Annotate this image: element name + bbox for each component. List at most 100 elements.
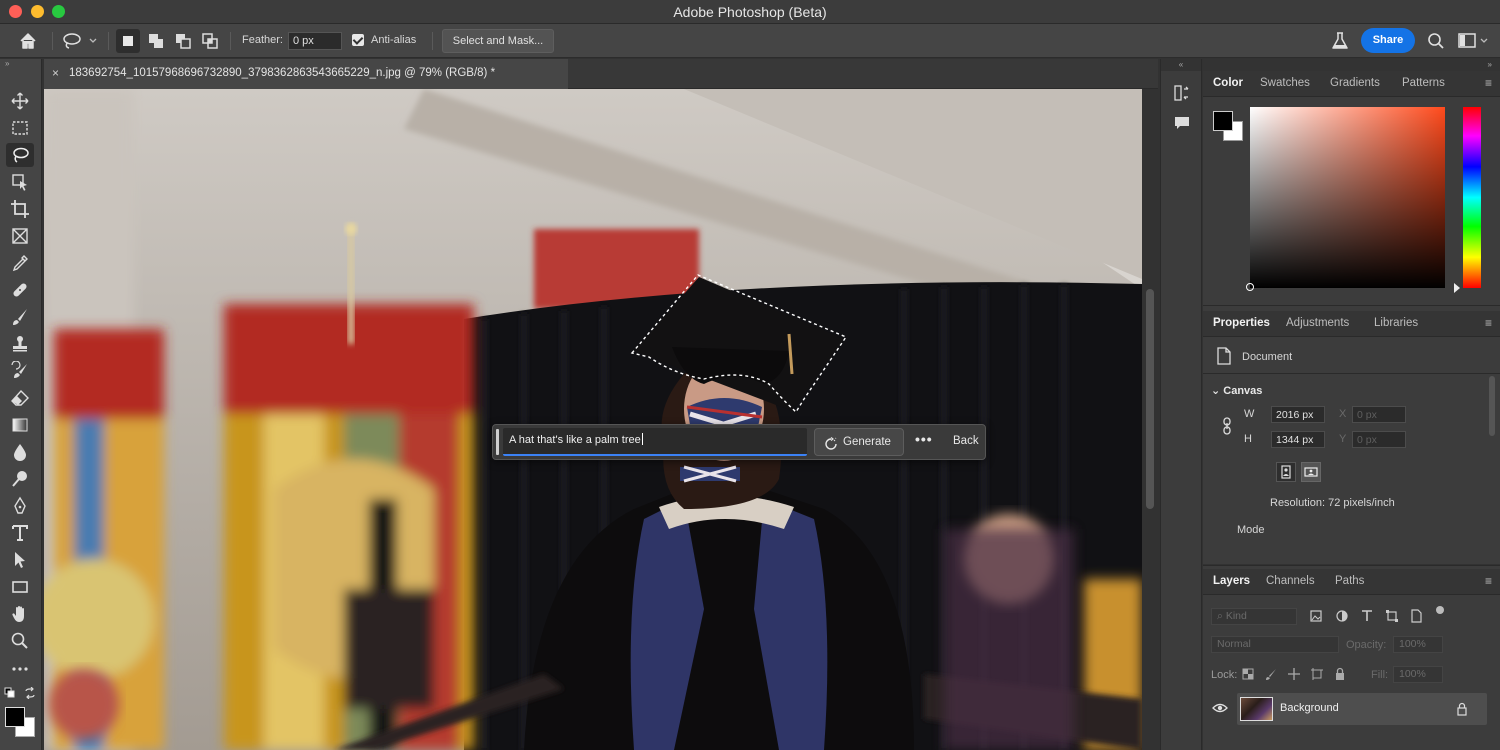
canvas-x-input[interactable]: [1352, 406, 1406, 423]
properties-scrollbar[interactable]: [1489, 376, 1495, 436]
add-to-selection-icon[interactable]: [144, 29, 168, 56]
panel-menu-icon[interactable]: ≡: [1485, 76, 1492, 90]
intersect-selection-icon[interactable]: [198, 29, 222, 56]
history-panel-icon[interactable]: [1172, 83, 1192, 106]
tab-color[interactable]: Color: [1213, 77, 1243, 89]
generative-fill-prompt-input[interactable]: A hat that's like a palm tree: [503, 428, 807, 456]
tab-channels[interactable]: Channels: [1266, 575, 1315, 587]
history-brush-icon[interactable]: [6, 359, 34, 383]
canvas-section-header[interactable]: ⌄ Canvas: [1211, 384, 1262, 397]
brush-tool-icon[interactable]: [6, 305, 34, 329]
tab-layers[interactable]: Layers: [1213, 575, 1250, 587]
panel-menu-icon[interactable]: ≡: [1485, 316, 1492, 330]
portrait-orientation-icon[interactable]: [1276, 462, 1296, 482]
frame-tool-icon[interactable]: [6, 224, 34, 248]
panel-collapse-icon[interactable]: »: [1203, 59, 1500, 71]
vertical-scrollbar[interactable]: [1142, 89, 1158, 750]
filter-pixel-icon[interactable]: [1309, 609, 1323, 626]
blend-mode-dropdown[interactable]: Normal: [1211, 636, 1339, 653]
lasso-tool-icon[interactable]: [6, 143, 34, 167]
move-tool-icon[interactable]: [6, 89, 34, 113]
select-and-mask-button[interactable]: Select and Mask...: [442, 29, 554, 53]
layer-visibility-eye-icon[interactable]: [1212, 702, 1228, 717]
path-selection-icon[interactable]: [6, 548, 34, 572]
canvas-y-input[interactable]: [1352, 431, 1406, 448]
more-tools-icon[interactable]: [6, 657, 34, 681]
object-selection-icon[interactable]: [6, 170, 34, 194]
fill-input[interactable]: 100%: [1393, 666, 1443, 683]
generate-button[interactable]: Generate: [814, 428, 904, 456]
drag-handle[interactable]: [496, 429, 499, 455]
filter-shape-icon[interactable]: [1385, 609, 1399, 626]
rectangular-marquee-icon[interactable]: [6, 116, 34, 140]
canvas-area[interactable]: [44, 89, 1158, 750]
lock-all-icon[interactable]: [1333, 667, 1347, 684]
tab-paths[interactable]: Paths: [1335, 575, 1364, 587]
beaker-icon[interactable]: [1330, 31, 1350, 54]
link-dimensions-icon[interactable]: [1221, 416, 1233, 439]
eraser-tool-icon[interactable]: [6, 386, 34, 410]
filter-smart-object-icon[interactable]: [1409, 609, 1423, 626]
lock-artboard-icon[interactable]: [1310, 667, 1324, 684]
foreground-color-swatch[interactable]: [5, 707, 25, 727]
document-tab[interactable]: × 183692754_10157968696732890_3798362863…: [44, 59, 568, 89]
foreground-color-chip[interactable]: [1213, 111, 1233, 131]
opacity-input[interactable]: 100%: [1393, 636, 1443, 653]
scrollbar-thumb[interactable]: [1146, 289, 1154, 509]
dodge-tool-icon[interactable]: [6, 467, 34, 491]
close-tab-icon[interactable]: ×: [52, 66, 59, 80]
tab-adjustments[interactable]: Adjustments: [1286, 317, 1349, 329]
gradient-tool-icon[interactable]: [6, 413, 34, 437]
eyedropper-icon[interactable]: [6, 251, 34, 275]
toolbar-collapse-icon[interactable]: »: [0, 59, 42, 69]
comments-panel-icon[interactable]: [1172, 113, 1192, 136]
filter-type-icon[interactable]: [1360, 609, 1374, 626]
lock-label: Lock:: [1211, 669, 1238, 681]
pen-tool-icon[interactable]: [6, 494, 34, 518]
new-selection-icon[interactable]: [116, 29, 140, 53]
layer-row-background[interactable]: Background: [1237, 693, 1487, 725]
subtract-from-selection-icon[interactable]: [171, 29, 195, 56]
workspace-icon[interactable]: [1458, 32, 1490, 53]
tab-swatches[interactable]: Swatches: [1260, 77, 1310, 89]
tab-libraries[interactable]: Libraries: [1374, 317, 1418, 329]
color-picker-field[interactable]: [1250, 107, 1445, 288]
tab-patterns[interactable]: Patterns: [1402, 77, 1445, 89]
anti-alias-checkbox[interactable]: [352, 34, 364, 46]
tab-properties[interactable]: Properties: [1213, 317, 1270, 329]
filter-adjustment-icon[interactable]: [1335, 609, 1349, 626]
type-tool-icon[interactable]: [6, 521, 34, 545]
feather-input[interactable]: [288, 32, 342, 50]
rectangle-tool-icon[interactable]: [6, 575, 34, 599]
more-options-button[interactable]: •••: [915, 431, 933, 447]
search-icon[interactable]: [1427, 32, 1445, 53]
swap-colors-icon[interactable]: [24, 686, 36, 702]
hue-slider[interactable]: [1463, 107, 1481, 288]
lock-image-icon[interactable]: [1264, 667, 1278, 684]
canvas-width-input[interactable]: [1271, 406, 1325, 423]
tab-gradients[interactable]: Gradients: [1330, 77, 1380, 89]
panel-menu-icon[interactable]: ≡: [1485, 574, 1492, 588]
lock-position-icon[interactable]: [1287, 667, 1301, 684]
default-colors-icon[interactable]: [4, 687, 16, 702]
canvas-height-input[interactable]: [1271, 431, 1325, 448]
crop-tool-icon[interactable]: [6, 197, 34, 221]
photo-canvas[interactable]: [44, 89, 1142, 750]
lasso-tool-preset-icon[interactable]: [62, 32, 98, 53]
zoom-tool-icon[interactable]: [6, 629, 34, 653]
share-button[interactable]: Share: [1361, 28, 1415, 53]
hand-tool-icon[interactable]: [6, 602, 34, 626]
blur-tool-icon[interactable]: [6, 440, 34, 464]
filter-toggle-icon[interactable]: [1436, 606, 1444, 614]
layer-lock-icon[interactable]: [1456, 702, 1468, 719]
back-button[interactable]: Back: [953, 435, 979, 447]
healing-brush-icon[interactable]: [6, 278, 34, 302]
hue-slider-pointer[interactable]: [1454, 283, 1460, 293]
clone-stamp-icon[interactable]: [6, 332, 34, 356]
dock-collapse-icon[interactable]: «: [1161, 59, 1201, 71]
layer-filter-kind-dropdown[interactable]: ⌕ Kind: [1211, 608, 1297, 625]
landscape-orientation-icon[interactable]: [1301, 462, 1321, 482]
layers-panel-tabs: Layers Channels Paths ≡: [1203, 569, 1500, 595]
home-icon[interactable]: [18, 31, 38, 54]
lock-transparency-icon[interactable]: [1241, 667, 1255, 684]
